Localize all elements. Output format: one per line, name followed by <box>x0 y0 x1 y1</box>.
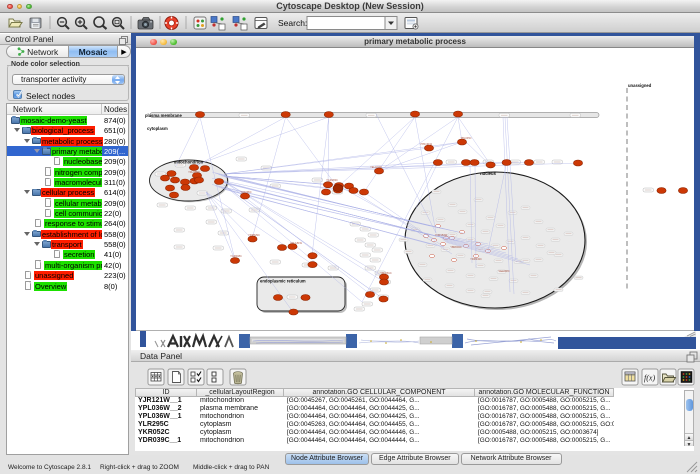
svg-text:YGR008C: YGR008C <box>230 254 242 258</box>
svg-text:YLR295C: YLR295C <box>240 190 251 194</box>
svg-text:nucleus: nucleus <box>480 171 496 176</box>
svg-text:YDR343C: YDR343C <box>470 257 482 261</box>
svg-text:YDL181W: YDL181W <box>290 241 302 245</box>
svg-text:YOR153W: YOR153W <box>435 233 448 237</box>
svg-text:YGR183C: YGR183C <box>326 178 338 182</box>
svg-text:f(x): f(x) <box>644 374 655 383</box>
svg-text:plasma membrane: plasma membrane <box>145 113 182 118</box>
svg-text:endoplasmic reticulum: endoplasmic reticulum <box>260 279 306 284</box>
svg-text:YGL008C: YGL008C <box>498 269 510 273</box>
svg-text:YEL024W: YEL024W <box>370 165 382 169</box>
svg-text:YPR191W: YPR191W <box>420 142 433 146</box>
svg-text:YDL085W: YDL085W <box>188 170 200 174</box>
svg-text:unassigned: unassigned <box>628 83 652 88</box>
svg-text:YBL045C: YBL045C <box>460 136 471 140</box>
svg-text:mitochondrion: mitochondrion <box>174 160 204 165</box>
svg-text:Search:: Search: <box>278 18 307 28</box>
svg-text:YDR529C: YDR529C <box>248 233 260 237</box>
svg-text:YBR093C: YBR093C <box>450 245 462 249</box>
svg-text:YML081C: YML081C <box>380 271 392 275</box>
svg-text:cytoplasm: cytoplasm <box>147 126 168 131</box>
